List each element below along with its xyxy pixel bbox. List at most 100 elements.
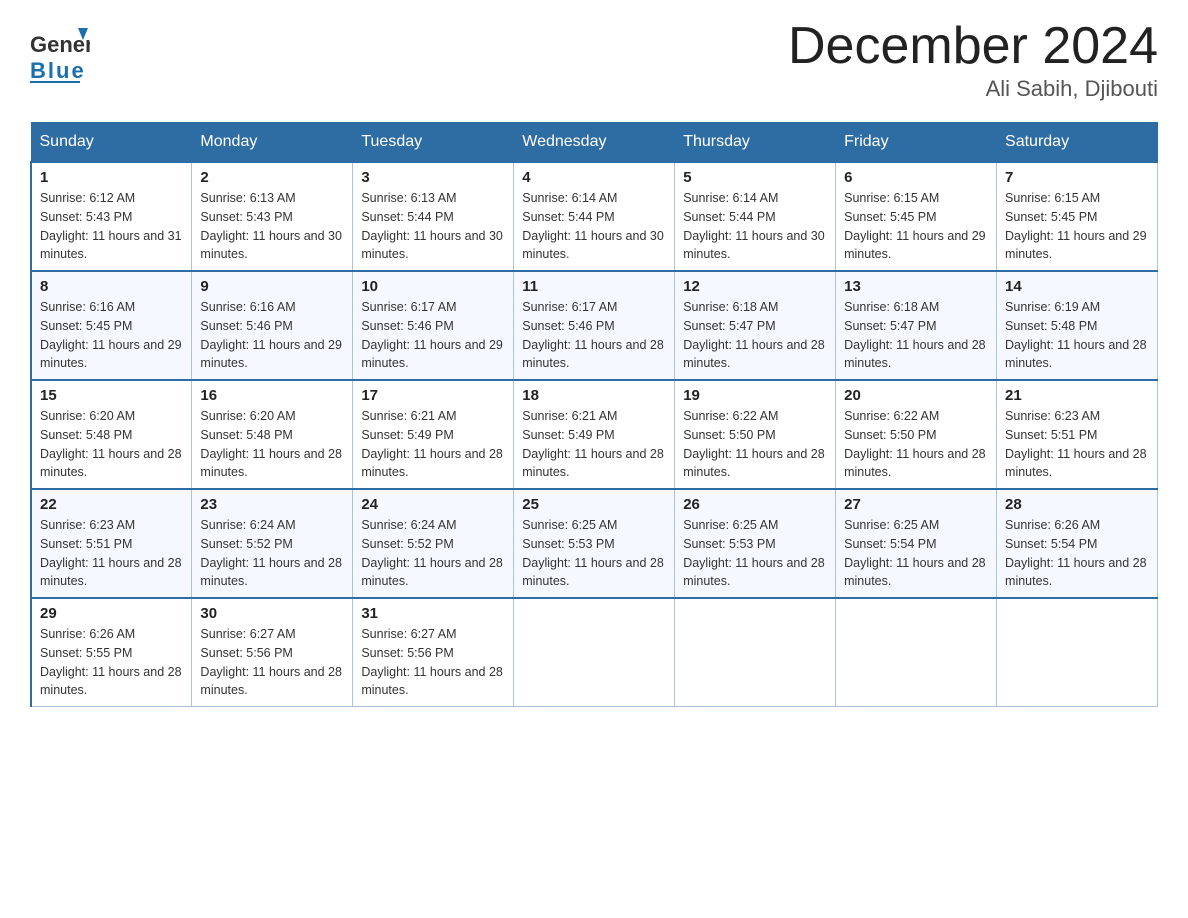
col-thursday: Thursday — [675, 123, 836, 163]
daylight-label: Daylight: 11 hours and 29 minutes. — [200, 338, 342, 371]
sunset-label: Sunset: 5:44 PM — [522, 210, 614, 224]
col-monday: Monday — [192, 123, 353, 163]
calendar-cell: 25 Sunrise: 6:25 AM Sunset: 5:53 PM Dayl… — [514, 489, 675, 598]
daylight-label: Daylight: 11 hours and 28 minutes. — [1005, 338, 1147, 371]
calendar-cell: 18 Sunrise: 6:21 AM Sunset: 5:49 PM Dayl… — [514, 380, 675, 489]
sunset-label: Sunset: 5:54 PM — [844, 537, 936, 551]
sunset-label: Sunset: 5:47 PM — [683, 319, 775, 333]
daylight-label: Daylight: 11 hours and 29 minutes. — [361, 338, 503, 371]
sunset-label: Sunset: 5:49 PM — [522, 428, 614, 442]
location: Ali Sabih, Djibouti — [788, 76, 1158, 102]
day-number: 14 — [1005, 278, 1149, 295]
sunrise-label: Sunrise: 6:15 AM — [844, 191, 939, 205]
daylight-label: Daylight: 11 hours and 29 minutes. — [40, 338, 182, 371]
sunset-label: Sunset: 5:54 PM — [1005, 537, 1097, 551]
sunset-label: Sunset: 5:50 PM — [844, 428, 936, 442]
sunset-label: Sunset: 5:46 PM — [522, 319, 614, 333]
sunrise-label: Sunrise: 6:15 AM — [1005, 191, 1100, 205]
sunset-label: Sunset: 5:52 PM — [361, 537, 453, 551]
month-title: December 2024 — [788, 20, 1158, 72]
sunset-label: Sunset: 5:50 PM — [683, 428, 775, 442]
calendar-cell: 28 Sunrise: 6:26 AM Sunset: 5:54 PM Dayl… — [997, 489, 1158, 598]
page-header: General Blue December 2024 Ali Sabih, Dj… — [30, 20, 1158, 102]
day-info: Sunrise: 6:22 AM Sunset: 5:50 PM Dayligh… — [844, 407, 988, 482]
day-info: Sunrise: 6:16 AM Sunset: 5:45 PM Dayligh… — [40, 298, 183, 373]
sunset-label: Sunset: 5:46 PM — [200, 319, 292, 333]
sunrise-label: Sunrise: 6:16 AM — [40, 300, 135, 314]
sunset-label: Sunset: 5:45 PM — [40, 319, 132, 333]
day-info: Sunrise: 6:21 AM Sunset: 5:49 PM Dayligh… — [522, 407, 666, 482]
daylight-label: Daylight: 11 hours and 30 minutes. — [683, 229, 825, 262]
sunrise-label: Sunrise: 6:25 AM — [844, 518, 939, 532]
sunrise-label: Sunrise: 6:23 AM — [1005, 409, 1100, 423]
sunset-label: Sunset: 5:48 PM — [40, 428, 132, 442]
daylight-label: Daylight: 11 hours and 28 minutes. — [522, 447, 664, 480]
calendar-cell: 9 Sunrise: 6:16 AM Sunset: 5:46 PM Dayli… — [192, 271, 353, 380]
day-number: 2 — [200, 169, 344, 186]
day-info: Sunrise: 6:19 AM Sunset: 5:48 PM Dayligh… — [1005, 298, 1149, 373]
day-info: Sunrise: 6:23 AM Sunset: 5:51 PM Dayligh… — [1005, 407, 1149, 482]
day-info: Sunrise: 6:21 AM Sunset: 5:49 PM Dayligh… — [361, 407, 505, 482]
day-info: Sunrise: 6:18 AM Sunset: 5:47 PM Dayligh… — [683, 298, 827, 373]
sunrise-label: Sunrise: 6:16 AM — [200, 300, 295, 314]
day-number: 20 — [844, 387, 988, 404]
day-number: 24 — [361, 496, 505, 513]
sunrise-label: Sunrise: 6:22 AM — [844, 409, 939, 423]
daylight-label: Daylight: 11 hours and 28 minutes. — [200, 447, 342, 480]
calendar-cell: 31 Sunrise: 6:27 AM Sunset: 5:56 PM Dayl… — [353, 598, 514, 707]
day-number: 17 — [361, 387, 505, 404]
daylight-label: Daylight: 11 hours and 31 minutes. — [40, 229, 182, 262]
day-number: 16 — [200, 387, 344, 404]
day-number: 8 — [40, 278, 183, 295]
calendar-header-row: Sunday Monday Tuesday Wednesday Thursday… — [31, 123, 1158, 163]
sunrise-label: Sunrise: 6:23 AM — [40, 518, 135, 532]
calendar-cell: 27 Sunrise: 6:25 AM Sunset: 5:54 PM Dayl… — [836, 489, 997, 598]
daylight-label: Daylight: 11 hours and 28 minutes. — [844, 338, 986, 371]
sunrise-label: Sunrise: 6:24 AM — [361, 518, 456, 532]
calendar-cell: 29 Sunrise: 6:26 AM Sunset: 5:55 PM Dayl… — [31, 598, 192, 707]
sunset-label: Sunset: 5:45 PM — [844, 210, 936, 224]
day-number: 28 — [1005, 496, 1149, 513]
sunset-label: Sunset: 5:48 PM — [200, 428, 292, 442]
col-friday: Friday — [836, 123, 997, 163]
day-number: 13 — [844, 278, 988, 295]
calendar-cell: 6 Sunrise: 6:15 AM Sunset: 5:45 PM Dayli… — [836, 162, 997, 271]
day-number: 1 — [40, 169, 183, 186]
sunset-label: Sunset: 5:49 PM — [361, 428, 453, 442]
day-number: 12 — [683, 278, 827, 295]
day-info: Sunrise: 6:17 AM Sunset: 5:46 PM Dayligh… — [361, 298, 505, 373]
daylight-label: Daylight: 11 hours and 28 minutes. — [683, 556, 825, 589]
daylight-label: Daylight: 11 hours and 30 minutes. — [200, 229, 342, 262]
daylight-label: Daylight: 11 hours and 28 minutes. — [1005, 447, 1147, 480]
day-info: Sunrise: 6:12 AM Sunset: 5:43 PM Dayligh… — [40, 189, 183, 264]
sunrise-label: Sunrise: 6:14 AM — [683, 191, 778, 205]
sunset-label: Sunset: 5:52 PM — [200, 537, 292, 551]
calendar-cell: 20 Sunrise: 6:22 AM Sunset: 5:50 PM Dayl… — [836, 380, 997, 489]
day-number: 27 — [844, 496, 988, 513]
col-wednesday: Wednesday — [514, 123, 675, 163]
sunset-label: Sunset: 5:46 PM — [361, 319, 453, 333]
col-tuesday: Tuesday — [353, 123, 514, 163]
day-info: Sunrise: 6:22 AM Sunset: 5:50 PM Dayligh… — [683, 407, 827, 482]
svg-text:Blue: Blue — [30, 58, 86, 83]
day-info: Sunrise: 6:15 AM Sunset: 5:45 PM Dayligh… — [844, 189, 988, 264]
day-number: 22 — [40, 496, 183, 513]
day-number: 23 — [200, 496, 344, 513]
calendar-table: Sunday Monday Tuesday Wednesday Thursday… — [30, 122, 1158, 707]
sunrise-label: Sunrise: 6:21 AM — [522, 409, 617, 423]
sunset-label: Sunset: 5:53 PM — [683, 537, 775, 551]
sunset-label: Sunset: 5:55 PM — [40, 646, 132, 660]
day-info: Sunrise: 6:16 AM Sunset: 5:46 PM Dayligh… — [200, 298, 344, 373]
calendar-cell: 22 Sunrise: 6:23 AM Sunset: 5:51 PM Dayl… — [31, 489, 192, 598]
calendar-cell: 2 Sunrise: 6:13 AM Sunset: 5:43 PM Dayli… — [192, 162, 353, 271]
calendar-cell: 1 Sunrise: 6:12 AM Sunset: 5:43 PM Dayli… — [31, 162, 192, 271]
day-number: 15 — [40, 387, 183, 404]
sunset-label: Sunset: 5:53 PM — [522, 537, 614, 551]
day-info: Sunrise: 6:25 AM Sunset: 5:53 PM Dayligh… — [683, 516, 827, 591]
daylight-label: Daylight: 11 hours and 28 minutes. — [683, 447, 825, 480]
sunrise-label: Sunrise: 6:13 AM — [361, 191, 456, 205]
daylight-label: Daylight: 11 hours and 28 minutes. — [1005, 556, 1147, 589]
daylight-label: Daylight: 11 hours and 28 minutes. — [40, 556, 182, 589]
daylight-label: Daylight: 11 hours and 28 minutes. — [361, 665, 503, 698]
sunset-label: Sunset: 5:45 PM — [1005, 210, 1097, 224]
